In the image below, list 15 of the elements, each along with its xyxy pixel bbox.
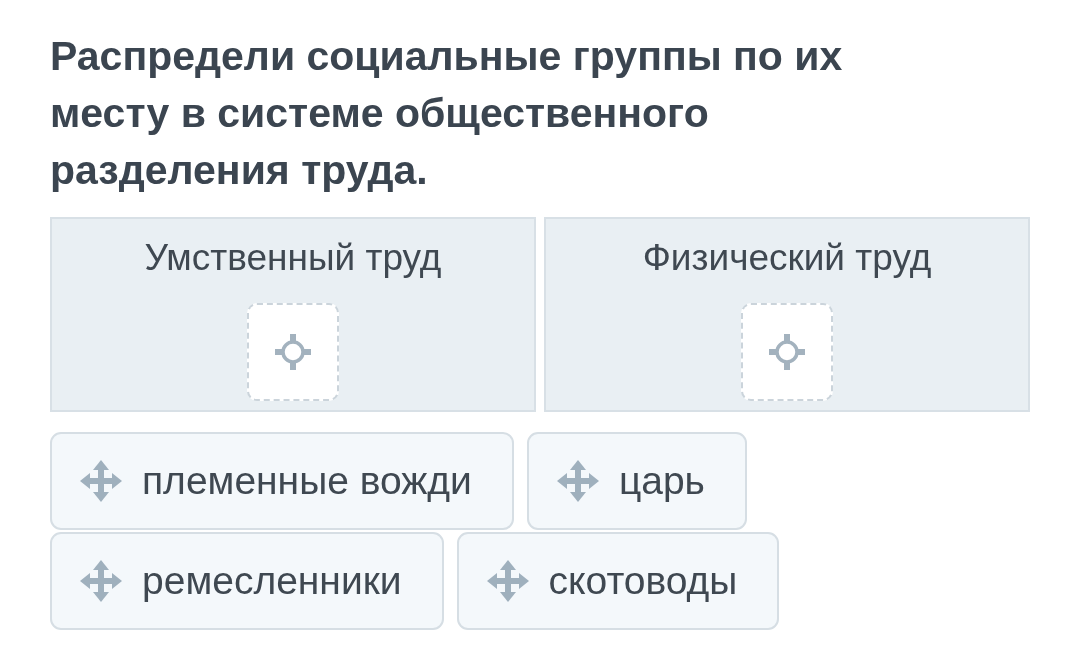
crosshair-icon [769,334,805,370]
category-title: Умственный труд [144,236,442,280]
move-arrows-icon [556,460,599,502]
category-title: Физический труд [642,236,932,280]
move-arrows-icon [486,560,529,602]
drop-zone[interactable] [741,303,833,401]
draggable-option[interactable]: царь [526,432,747,530]
crosshair-icon [275,334,311,370]
move-arrows-icon [80,460,122,502]
drop-zone[interactable] [247,303,339,401]
draggable-option[interactable]: племенные вожди [50,432,514,530]
move-arrows-icon [80,560,122,602]
task-question: Распредели социальные группы по их месту в системе общественного разделения труда. [50,32,844,195]
draggable-option[interactable]: скотоводы [456,532,780,630]
draggable-option[interactable]: ремесленники [50,532,444,630]
